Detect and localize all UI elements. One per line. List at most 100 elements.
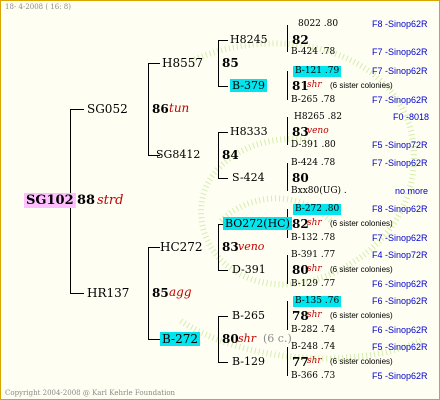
gen4-apiary: F5 -Sinop62R bbox=[372, 342, 428, 352]
gen1-queen-note: tun bbox=[169, 101, 190, 115]
gen3-sister-colonies: (6 sister colonies) bbox=[330, 265, 393, 274]
gen2-queen-id[interactable]: B-272 bbox=[160, 332, 200, 346]
gen1-queen-number: 85 bbox=[152, 286, 169, 300]
root-queen-note: strd bbox=[97, 193, 124, 208]
connector-gen4-2 bbox=[287, 71, 288, 100]
gen4-queen-id[interactable]: Bxx80(UG) . bbox=[291, 187, 347, 196]
gen4-queen-id[interactable]: B-121 .79 bbox=[293, 66, 342, 77]
gen2-queen-note: veno bbox=[238, 240, 265, 253]
gen2-queen-note: shr bbox=[238, 332, 256, 345]
gen4-apiary: F7 -Sinop62R bbox=[372, 66, 428, 76]
connector-gen2a bbox=[148, 63, 149, 155]
connector-gen2b bbox=[148, 247, 149, 339]
gen3-queen-id[interactable]: B-129 bbox=[232, 356, 265, 367]
gen4-apiary: F7 -Sinop62R bbox=[372, 233, 428, 243]
gen4-queen-id[interactable]: B-424 .78 bbox=[291, 48, 335, 57]
gen4-queen-id[interactable]: B-248 .74 bbox=[291, 343, 335, 352]
gen2-queen-id[interactable]: SG8412 bbox=[156, 149, 200, 160]
gen4-apiary: F5 -Sinop72R bbox=[372, 140, 428, 150]
gen1-queen-note: agg bbox=[169, 285, 192, 299]
root-queen-id[interactable]: SG102 bbox=[24, 193, 76, 208]
gen4-apiary: no more bbox=[395, 186, 429, 196]
connector-gen3b-bottom bbox=[218, 178, 228, 179]
gen4-apiary: F5 -Sinop62R bbox=[372, 371, 428, 381]
gen3-queen-id[interactable]: H8245 bbox=[230, 34, 268, 45]
connector-gen3b bbox=[218, 132, 219, 178]
connector-gen3b-top bbox=[218, 132, 228, 133]
gen3-queen-id[interactable]: BO272(HC) bbox=[223, 217, 292, 230]
gen4-apiary: F8 -Sinop62R bbox=[372, 19, 428, 29]
connector-gen1-top bbox=[70, 109, 84, 110]
gen1-queen-number: 86 bbox=[152, 102, 169, 116]
gen4-apiary: F7 -Sinop62R bbox=[372, 158, 428, 168]
connector-gen3a bbox=[218, 40, 219, 86]
gen2-queen-id[interactable]: H8557 bbox=[162, 57, 203, 69]
gen4-queen-id[interactable]: 8022 .80 bbox=[298, 20, 338, 29]
gen2-queen-number: 80 bbox=[222, 332, 239, 346]
connector-gen4-1 bbox=[287, 25, 288, 52]
gen4-queen-id[interactable]: H8265 .82 bbox=[294, 113, 342, 122]
pedigree-frame: 18- 4-2008 ( 16: 8) Copyright 2004-2008 … bbox=[0, 0, 440, 400]
gen1-queen-id[interactable]: HR137 bbox=[87, 287, 129, 299]
gen3-queen-id[interactable]: B-265 bbox=[232, 310, 265, 321]
gen4-apiary: F6 -Sinop62R bbox=[372, 325, 428, 335]
connector-gen4-3 bbox=[287, 117, 288, 145]
gen4-queen-id[interactable]: B-265 .78 bbox=[291, 96, 335, 105]
gen4-apiary: F8 -Sinop62R bbox=[372, 204, 428, 214]
gen3-queen-note: veno bbox=[307, 126, 329, 136]
connector-gen4-8 bbox=[287, 347, 288, 376]
gen2-queen-number: 83 bbox=[222, 240, 239, 254]
connector-gen1-bottom bbox=[70, 293, 84, 294]
connector-gen2a-top bbox=[148, 63, 160, 64]
connector-gen3a-bottom bbox=[218, 86, 228, 87]
connector-gen4-6 bbox=[287, 255, 288, 284]
gen4-queen-id[interactable]: B-132 .78 bbox=[291, 234, 335, 243]
connector-gen3a-top bbox=[218, 40, 228, 41]
print-date: 18- 4-2008 ( 16: 8) bbox=[5, 3, 71, 11]
gen2-sister-count: (6 c.) bbox=[263, 332, 292, 345]
gen2-queen-number: 85 bbox=[222, 56, 239, 70]
connector-gen3d-bottom bbox=[218, 362, 228, 363]
gen3-queen-note: shr bbox=[307, 80, 322, 90]
connector-gen2b-bottom bbox=[148, 339, 160, 340]
gen2-queen-number: 84 bbox=[222, 148, 239, 162]
gen3-queen-note: shr bbox=[307, 218, 322, 228]
gen4-queen-id[interactable]: B-366 .73 bbox=[291, 372, 335, 381]
connector-gen3d bbox=[218, 316, 219, 362]
gen4-queen-id[interactable]: D-391 .80 bbox=[291, 141, 336, 150]
connector-gen3d-top bbox=[218, 316, 228, 317]
gen3-queen-number: 80 bbox=[292, 171, 309, 185]
gen3-queen-id[interactable]: B-379 bbox=[230, 79, 267, 92]
gen4-apiary: F4 -Sinop72R bbox=[372, 250, 428, 260]
gen4-queen-id[interactable]: B-424 .78 bbox=[291, 159, 335, 168]
gen1-queen-id[interactable]: SG052 bbox=[87, 103, 128, 115]
gen4-queen-id[interactable]: B-135 .76 bbox=[293, 296, 342, 307]
gen3-queen-id[interactable]: H8333 bbox=[230, 126, 268, 137]
gen4-apiary: F7 -Sinop62R bbox=[372, 95, 428, 105]
gen3-sister-colonies: (6 sister colonies) bbox=[330, 357, 393, 366]
gen3-queen-number: 82 bbox=[292, 33, 309, 47]
connector-gen4-7 bbox=[287, 301, 288, 330]
copyright-text: Copyright 2004-2008 @ Karl Kehrle Founda… bbox=[5, 389, 176, 397]
gen3-queen-note: shr bbox=[307, 356, 322, 366]
gen4-apiary: F7 -Sinop62R bbox=[372, 47, 428, 57]
gen3-sister-colonies: (6 sister colonies) bbox=[330, 311, 393, 320]
gen4-queen-id[interactable]: B-129 .77 bbox=[291, 280, 335, 289]
root-queen-number: 88 bbox=[77, 193, 96, 208]
gen2-queen-id[interactable]: HC272 bbox=[160, 241, 203, 253]
gen3-queen-id[interactable]: D-391 bbox=[232, 264, 266, 275]
gen3-queen-note: shr bbox=[307, 264, 322, 274]
gen4-queen-id[interactable]: B-272 .80 bbox=[293, 204, 342, 215]
gen4-apiary: F6 -Sinop62R bbox=[372, 296, 428, 306]
gen3-queen-note: shr bbox=[307, 310, 322, 320]
connector-gen3c-bottom bbox=[218, 270, 228, 271]
gen4-queen-id[interactable]: B-391 .77 bbox=[291, 251, 335, 260]
connector-gen3c bbox=[218, 224, 219, 270]
gen3-sister-colonies: (6 sister colonies) bbox=[330, 219, 393, 228]
connector-gen2b-top bbox=[148, 247, 160, 248]
gen4-queen-id[interactable]: B-282 .74 bbox=[291, 326, 335, 335]
gen4-apiary: F0 -8018 bbox=[393, 112, 430, 122]
gen4-apiary: F6 -Sinop62R bbox=[372, 279, 428, 289]
connector-gen4-4 bbox=[287, 163, 288, 191]
gen3-queen-id[interactable]: S-424 bbox=[232, 172, 265, 183]
